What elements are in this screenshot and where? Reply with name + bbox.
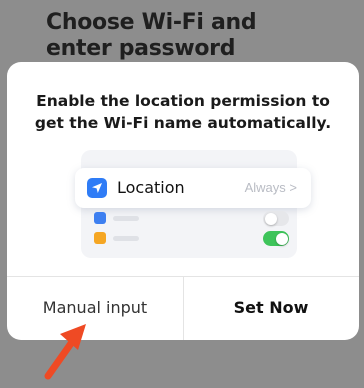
dialog-message-line-1: Enable the location permission to [36,92,330,110]
background-title-line-1: Choose Wi-Fi and [46,10,257,35]
blurred-setting-row [89,210,289,228]
settings-app-icon [94,232,106,244]
location-arrow-icon [87,178,107,198]
placeholder-text-bar [113,236,139,241]
bluetooth-icon [94,212,106,224]
background-title-line-2: enter password [46,36,236,61]
location-label: Location [117,178,185,197]
blurred-setting-row [89,230,289,248]
location-permission-dialog: Enable the location permission to get th… [7,62,359,340]
placeholder-text-bar [113,216,139,221]
location-setting-card: Location Always > [75,168,311,208]
screen: Choose Wi-Fi and enter password Enable t… [0,0,364,388]
dialog-message-line-2: get the Wi-Fi name automatically. [34,114,332,132]
background-page-title: Choose Wi-Fi and enter password [46,10,326,62]
toggle-switch-off [263,211,289,226]
pointer-arrow-icon [44,324,86,380]
location-value: Always > [244,180,297,195]
toggle-switch-on [263,231,289,246]
dialog-message: Enable the location permission to get th… [7,90,359,134]
set-now-button[interactable]: Set Now [183,276,359,340]
